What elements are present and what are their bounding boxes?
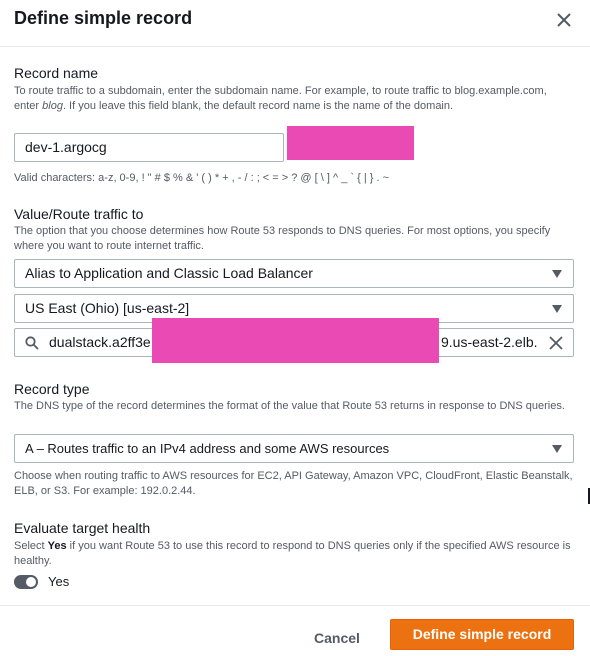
evaluate-health-description: Select Yes if you want Route 53 to use t… — [14, 539, 574, 569]
modal-title: Define simple record — [14, 8, 193, 28]
close-icon[interactable] — [552, 8, 576, 32]
record-name-description: To route traffic to a subdomain, enter t… — [14, 84, 574, 114]
caret-down-icon — [552, 445, 562, 453]
record-name-input[interactable]: dev-1.argocg — [14, 133, 284, 162]
modal-header: Define simple record — [0, 0, 590, 47]
record-type-select[interactable]: A – Routes traffic to an IPv4 address an… — [14, 434, 574, 463]
toggle-knob — [26, 577, 36, 587]
record-name-description-em: blog — [42, 100, 63, 112]
record-name-label: Record name — [14, 65, 99, 81]
record-type-description: The DNS type of the record determines th… — [14, 400, 565, 412]
define-simple-record-modal: Define simple record Record name To rout… — [0, 0, 590, 655]
route-traffic-label: Value/Route traffic to — [14, 206, 144, 222]
endpoint-select-value: Alias to Application and Classic Load Ba… — [25, 265, 313, 281]
region-select-value: US East (Ohio) [us-east-2] — [25, 300, 190, 316]
evaluate-health-toggle[interactable] — [14, 575, 38, 589]
redaction-block — [287, 126, 414, 160]
health-description-pre: Select — [14, 540, 48, 552]
record-type-hint: Choose when routing traffic to AWS resou… — [14, 470, 573, 497]
load-balancer-value-end: 9.us-east-2.elb. — [441, 334, 538, 350]
health-description-bold: Yes — [47, 540, 67, 552]
define-simple-record-button[interactable]: Define simple record — [390, 619, 574, 650]
record-type-label: Record type — [14, 381, 90, 397]
route-traffic-description: The option that you choose determines ho… — [14, 225, 551, 252]
search-icon — [25, 336, 39, 350]
close-button[interactable] — [552, 8, 576, 32]
valid-characters-hint: Valid characters: a-z, 0-9, ! " # $ % & … — [14, 172, 389, 184]
load-balancer-value-start: dualstack.a2ff3e — [49, 334, 151, 350]
record-name-value: dev-1.argocg — [25, 139, 107, 155]
caret-down-icon — [552, 270, 562, 278]
toggle-label: Yes — [48, 574, 70, 589]
record-type-select-value: A – Routes traffic to an IPv4 address an… — [25, 441, 390, 456]
endpoint-select[interactable]: Alias to Application and Classic Load Ba… — [14, 259, 574, 288]
health-description-post: if you want Route 53 to use this record … — [14, 540, 571, 567]
evaluate-health-label: Evaluate target health — [14, 520, 151, 536]
modal-footer: Cancel Define simple record — [0, 605, 590, 656]
clear-icon[interactable] — [548, 335, 564, 351]
redaction-block — [152, 318, 439, 363]
caret-down-icon — [552, 305, 562, 313]
record-name-description-post: . If you leave this field blank, the def… — [62, 100, 454, 112]
cancel-button[interactable]: Cancel — [300, 623, 374, 653]
